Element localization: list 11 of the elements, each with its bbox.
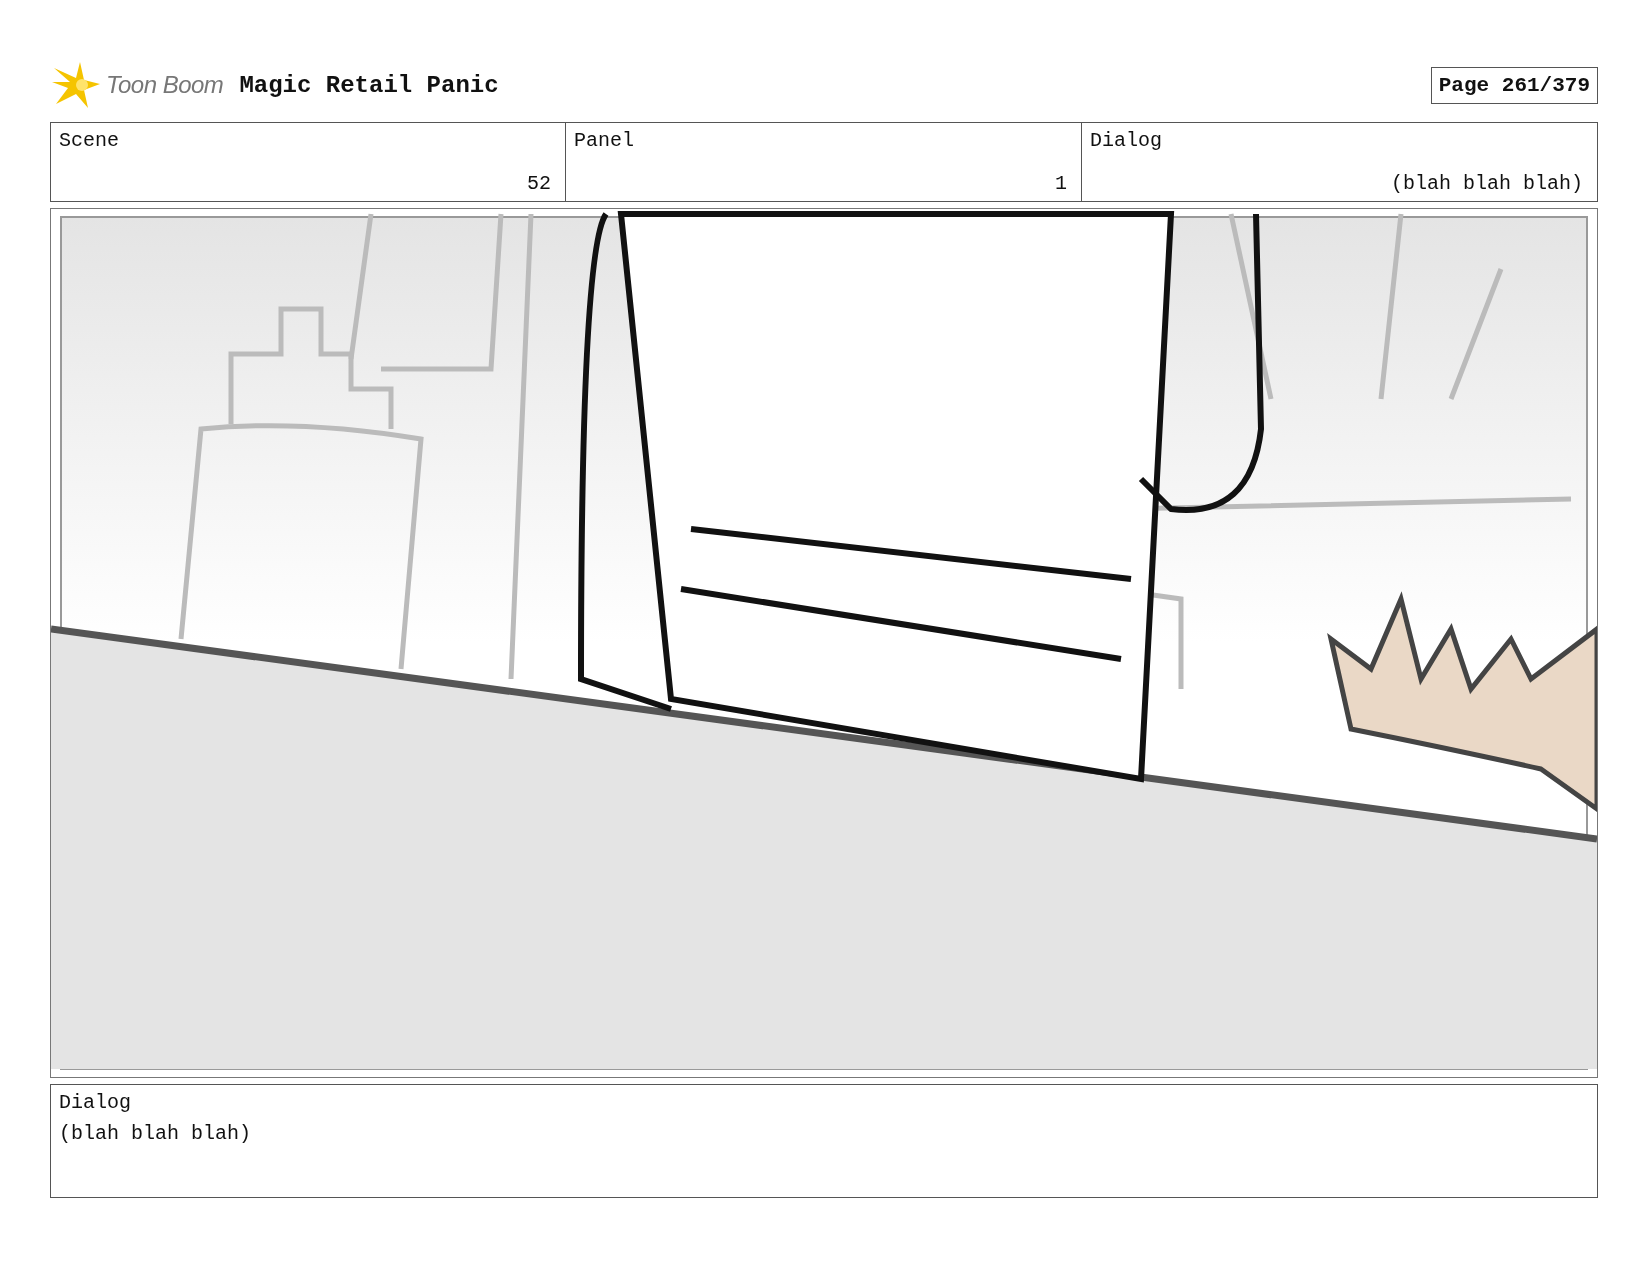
- logo-text: Toon Boom: [106, 71, 224, 99]
- field-value: 52: [526, 172, 551, 195]
- dialog-label: Dialog: [59, 1091, 132, 1114]
- field-label: Dialog: [1090, 129, 1163, 152]
- field-label: Panel: [574, 129, 635, 152]
- page-number: Page 261/379: [1430, 66, 1598, 104]
- field-value: 1: [1054, 172, 1067, 195]
- project-title: Magic Retail Panic: [239, 71, 500, 99]
- dialog-text: (blah blah blah): [59, 1122, 253, 1145]
- field-value: (blah blah blah): [1389, 172, 1583, 195]
- field-label: Scene: [59, 129, 120, 152]
